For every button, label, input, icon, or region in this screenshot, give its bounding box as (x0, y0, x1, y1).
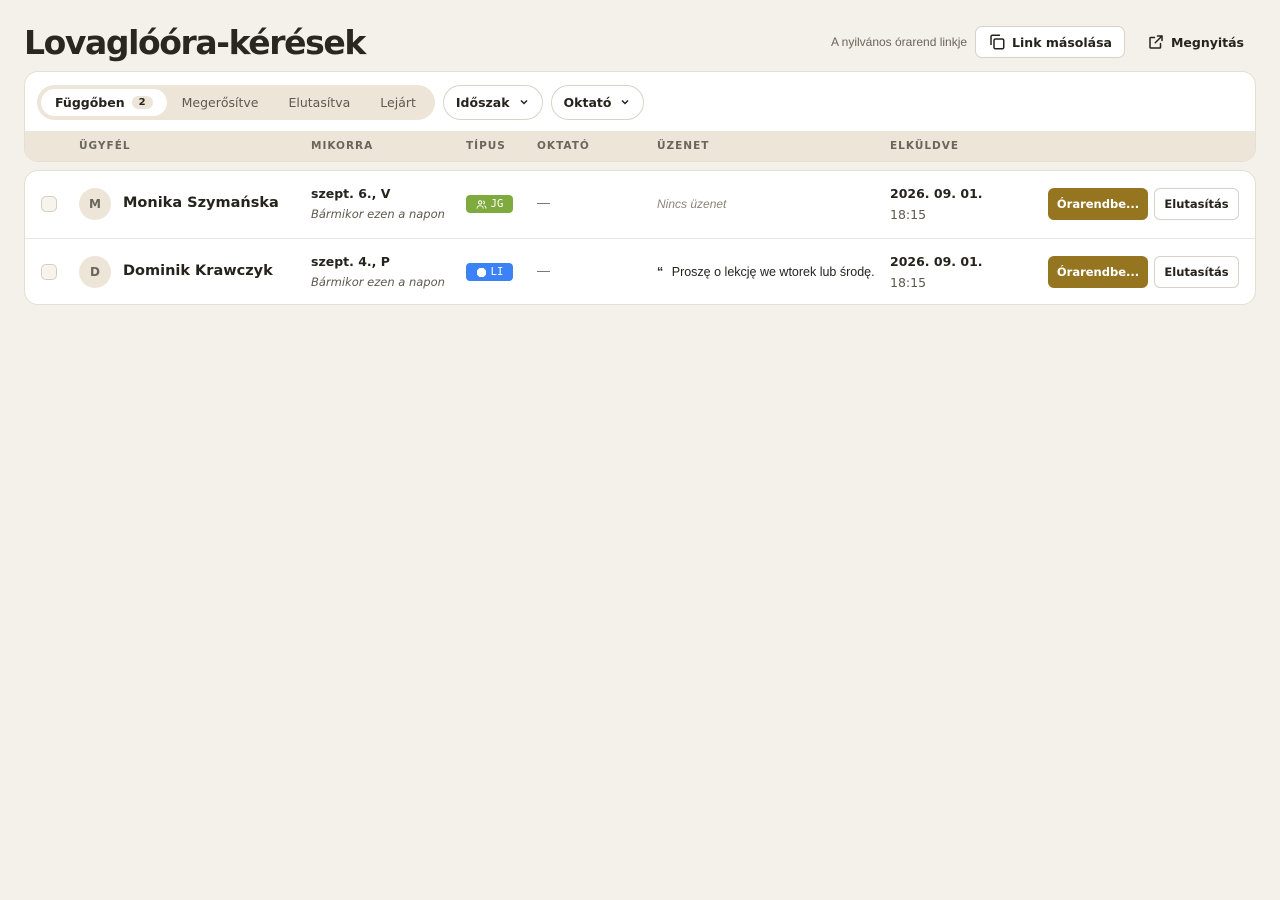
row-checkbox[interactable] (41, 264, 57, 280)
avatar: M (79, 188, 111, 220)
external-link-icon (1147, 33, 1165, 51)
page-header: Lovaglóóra-kérések A nyilvános órarend l… (24, 20, 1256, 64)
sent-date: 2026. 09. 01. (890, 186, 983, 201)
row-checkbox[interactable] (41, 196, 57, 212)
table-row: M Monika Szymańska szept. 6., V Bármikor… (25, 171, 1255, 238)
message-content: Proszę o lekcję we wtorek lub środę. (671, 265, 875, 279)
status-tabs: Függőben 2 Megerősítve Elutasítva Lejárt (37, 84, 435, 120)
instructor-value: — (537, 263, 550, 278)
type-badge: LI (466, 263, 513, 281)
reject-button[interactable]: Elutasítás (1154, 256, 1239, 288)
tab-expired[interactable]: Lejárt (365, 89, 431, 116)
column-type: TÍPUS (466, 140, 506, 152)
column-instructor: OKTATÓ (537, 140, 590, 152)
reject-button[interactable]: Elutasítás (1154, 188, 1239, 220)
message-text: “ Proszę o lekcję we wtorek lub środę. (657, 265, 875, 279)
avatar: D (79, 256, 111, 288)
schedule-button[interactable]: Órarendbe... (1048, 256, 1148, 288)
chevron-down-icon (518, 96, 530, 108)
table-header: ÜGYFÉL MIKORRA TÍPUS OKTATÓ ÜZENET ELKÜL… (25, 131, 1255, 161)
instructor-dropdown[interactable]: Oktató (550, 84, 645, 120)
copy-icon (988, 33, 1006, 51)
single-icon (476, 267, 487, 278)
copy-link-label: Link másolása (1012, 34, 1112, 50)
public-link-label: A nyilvános órarend linkje (830, 35, 968, 49)
requests-table: M Monika Szymańska szept. 6., V Bármikor… (24, 170, 1256, 305)
column-client: ÜGYFÉL (79, 140, 131, 152)
tab-confirmed[interactable]: Megerősítve (167, 89, 274, 116)
tab-pending[interactable]: Függőben 2 (41, 88, 167, 116)
sent-time: 18:15 (890, 207, 927, 222)
requested-day: szept. 4., P (311, 254, 390, 269)
message-text: Nincs üzenet (657, 197, 727, 211)
quote-icon: “ (657, 265, 664, 279)
requested-time-note: Bármikor ezen a napon (311, 207, 445, 221)
filter-bar: Függőben 2 Megerősítve Elutasítva Lejárt… (25, 72, 1255, 132)
pending-count-badge: 2 (131, 95, 153, 109)
column-message: ÜZENET (657, 140, 710, 152)
type-code: JG (490, 198, 504, 210)
requested-time-note: Bármikor ezen a napon (311, 275, 445, 289)
tab-rejected[interactable]: Elutasítva (273, 89, 365, 116)
table-row: D Dominik Krawczyk szept. 4., P Bármikor… (25, 238, 1255, 304)
filter-card: Függőben 2 Megerősítve Elutasítva Lejárt… (24, 71, 1256, 162)
tab-pending-label: Függőben (55, 94, 125, 110)
requested-day: szept. 6., V (311, 186, 391, 201)
column-when: MIKORRA (311, 140, 374, 152)
chevron-down-icon (619, 96, 631, 108)
period-dropdown[interactable]: Időszak (442, 84, 543, 120)
open-label: Megnyitás (1170, 34, 1244, 50)
client-name: Monika Szymańska (123, 195, 279, 211)
type-badge: JG (466, 195, 513, 213)
period-label: Időszak (455, 94, 510, 110)
header-actions: A nyilvános órarend linkje Link másolása… (831, 26, 1256, 58)
sent-time: 18:15 (890, 275, 927, 290)
instructor-filter-label: Oktató (563, 94, 612, 110)
group-icon (476, 199, 487, 210)
page-title: Lovaglóóra-kérések (24, 22, 366, 62)
client-name: Dominik Krawczyk (123, 263, 273, 279)
copy-link-button[interactable]: Link másolása (975, 26, 1125, 58)
column-sent: ELKÜLDVE (890, 140, 960, 152)
type-code: LI (490, 266, 504, 278)
instructor-value: — (537, 195, 550, 210)
schedule-button[interactable]: Órarendbe... (1048, 188, 1148, 220)
open-button[interactable]: Megnyitás (1135, 26, 1256, 58)
sent-date: 2026. 09. 01. (890, 254, 983, 269)
